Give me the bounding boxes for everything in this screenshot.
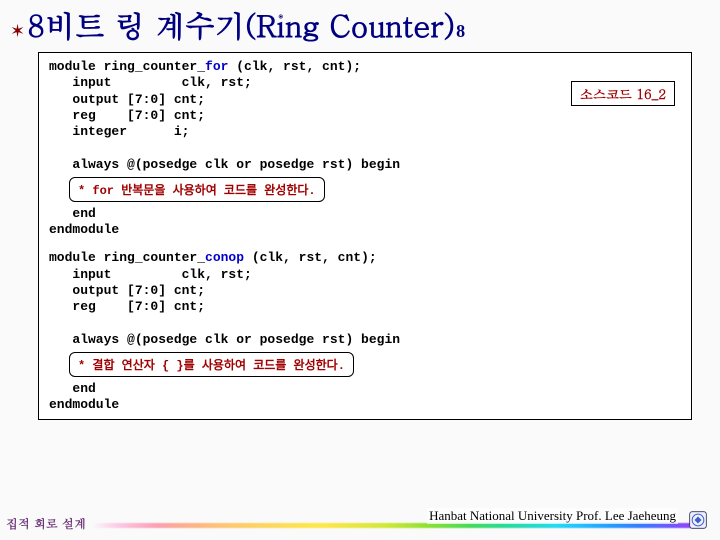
instruction-concat: * 결합 연산자 { }를 사용하여 코드를 완성한다. (69, 352, 354, 377)
footer-course-name: 집적 회로 설계 (6, 515, 86, 532)
source-code-tag: 소스코드 16_2 (571, 81, 675, 106)
code-area: 소스코드 16_2 module ring_counter_for (clk, … (0, 48, 720, 420)
slide-title: 8비트 링 계수기(Ring Counter)8 (27, 4, 465, 46)
code-block-conop: module ring_counter_conop (clk, rst, cnt… (38, 244, 692, 420)
instruction-for: * for 반복문을 사용하여 코드를 완성한다. (69, 177, 325, 202)
slide-footer: 집적 회로 설계 Hanbat National University Prof… (0, 512, 720, 534)
code-block-for: 소스코드 16_2 module ring_counter_for (clk, … (38, 52, 692, 245)
university-logo-icon (688, 510, 708, 530)
footer-credit: Hanbat National University Prof. Lee Jae… (427, 508, 678, 524)
code-lines: module ring_counter_conop (clk, rst, cnt… (49, 250, 683, 348)
code-lines-end: end endmodule (49, 381, 683, 414)
code-lines: module ring_counter_for (clk, rst, cnt);… (49, 59, 683, 173)
sparkle-icon: ✶ (10, 22, 25, 40)
slide-title-row: ✶ 8비트 링 계수기(Ring Counter)8 (0, 0, 720, 48)
code-lines-end: end endmodule (49, 206, 683, 239)
